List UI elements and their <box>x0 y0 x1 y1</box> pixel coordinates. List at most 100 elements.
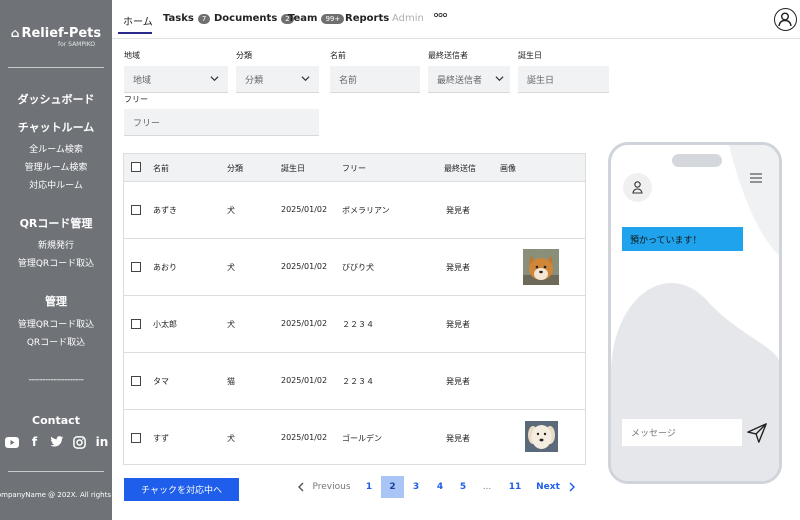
column-header-category[interactable]: 分類 <box>227 163 243 174</box>
column-header-image: 画像 <box>500 164 516 173</box>
sidebar-heading-qr-management[interactable]: QRコード管理 <box>0 215 112 231</box>
category-select-value: 分類 <box>245 75 264 86</box>
phone-notch <box>672 154 722 167</box>
column-header-last-sender[interactable]: 最終送信 <box>444 163 476 174</box>
chevron-down-icon <box>210 76 219 82</box>
table-row[interactable]: あずき 犬 2025/01/02 ポメラリアン 発見者 <box>124 182 585 239</box>
tab-tasks[interactable]: Tasks 7 <box>163 13 211 24</box>
sidebar-heading-admin[interactable]: 管理 <box>0 293 112 309</box>
cell-free: ポメラリアン <box>342 206 390 215</box>
table-row[interactable]: タマ 猫 2025/01/02 ２２３４ 発見者 <box>124 353 585 410</box>
linkedin-icon[interactable]: in <box>94 434 110 450</box>
sidebar-item-import-managed-qr[interactable]: 管理QRコード取込 <box>0 256 112 269</box>
column-header-name[interactable]: 名前 <box>153 163 169 174</box>
tab-home-label: ホーム <box>123 17 153 28</box>
pagination-page-5[interactable]: 5 <box>452 476 474 498</box>
sidebar-item-new-issue[interactable]: 新規発行 <box>0 238 112 251</box>
table-row[interactable]: あおり 犬 2025/01/02 びびり犬 発見者 <box>124 239 585 296</box>
table-header: 名前 分類 誕生日 フリー 最終送信 画像 <box>124 154 585 182</box>
cell-category: 犬 <box>227 206 235 215</box>
last-sender-select[interactable]: 最終送信者 <box>428 66 510 93</box>
pagination-page-2[interactable]: 2 <box>381 476 404 498</box>
filter-free-label: フリー <box>124 95 148 104</box>
cell-birthday: 2025/01/02 <box>281 376 328 385</box>
phone-preview: 預かっています！ メッセージ <box>608 142 782 484</box>
copyright: CompanyName @ 202X. All rights reserved. <box>0 491 112 499</box>
cell-free: ２２３４ <box>342 377 374 386</box>
sidebar-item-managed-rooms[interactable]: 管理ルーム検索 <box>0 160 112 173</box>
instagram-icon[interactable] <box>72 434 88 450</box>
birthday-input[interactable]: 誕生日 <box>518 66 609 93</box>
tab-team[interactable]: Team 99+ <box>288 13 345 24</box>
pagination-previous[interactable]: Previous <box>293 476 355 498</box>
last-sender-select-value: 最終送信者 <box>437 75 483 86</box>
cell-birthday: 2025/01/02 <box>281 433 328 442</box>
region-select[interactable]: 地域 <box>124 66 228 93</box>
twitter-icon[interactable] <box>49 434 65 450</box>
team-count-badge: 99+ <box>321 13 345 24</box>
table-row[interactable]: 小太郎 犬 2025/01/02 ２２３４ 発見者 <box>124 296 585 353</box>
brand-name: Relief-Pets <box>21 26 102 41</box>
chat-avatar[interactable] <box>623 173 652 202</box>
chevron-right-icon <box>569 482 575 492</box>
row-checkbox[interactable] <box>131 376 141 386</box>
cell-category: 犬 <box>227 434 235 443</box>
cell-free: ゴールデン <box>342 434 382 443</box>
select-all-checkbox[interactable] <box>131 162 141 172</box>
chevron-left-icon <box>298 482 304 492</box>
message-input[interactable]: メッセージ <box>622 419 742 446</box>
tab-documents[interactable]: Documents 2 <box>214 13 294 24</box>
sidebar-item-active-rooms[interactable]: 対応中ルーム <box>0 178 112 191</box>
row-checkbox[interactable] <box>131 205 141 215</box>
column-header-free[interactable]: フリー <box>342 163 366 174</box>
row-checkbox[interactable] <box>131 262 141 272</box>
pagination-next[interactable]: Next <box>534 476 578 498</box>
cell-birthday: 2025/01/02 <box>281 262 328 271</box>
tab-team-label: Team <box>288 13 318 24</box>
cell-name: タマ <box>153 377 169 386</box>
sidebar-item-import-qr[interactable]: QRコード取込 <box>0 335 112 348</box>
row-checkbox[interactable] <box>131 433 141 443</box>
free-text-input[interactable]: フリー <box>124 109 319 136</box>
sidebar-item-import-managed-qr-2[interactable]: 管理QRコード取込 <box>0 317 112 330</box>
filter-category-label: 分類 <box>236 51 252 60</box>
cell-category: 犬 <box>227 263 235 272</box>
more-icon[interactable] <box>434 12 447 18</box>
sidebar-item-all-rooms[interactable]: 全ルーム検索 <box>0 142 112 155</box>
name-input[interactable]: 名前 <box>330 66 420 93</box>
pagination-next-label: Next <box>536 482 560 492</box>
pet-photo-shiba[interactable] <box>523 249 559 285</box>
sidebar-divider <box>8 67 104 68</box>
pagination-page-1[interactable]: 1 <box>358 476 380 498</box>
set-active-button[interactable]: チャックを対応中へ <box>124 478 239 501</box>
cell-free: ２２３４ <box>342 320 374 329</box>
sidebar-contact[interactable]: Contact <box>0 414 112 427</box>
row-checkbox[interactable] <box>131 319 141 329</box>
tab-reports[interactable]: Reports <box>345 13 389 24</box>
pagination-previous-label: Previous <box>312 482 351 492</box>
social-links: f in <box>4 434 110 450</box>
facebook-icon[interactable]: f <box>27 434 43 450</box>
table-row[interactable]: すず 犬 2025/01/02 ゴールデン 発見者 <box>124 410 585 467</box>
category-select[interactable]: 分類 <box>236 66 319 93</box>
tab-home[interactable]: ホーム <box>123 13 153 28</box>
hamburger-menu-icon[interactable] <box>750 173 762 183</box>
user-avatar-icon[interactable] <box>774 8 797 31</box>
tab-admin-label: Admin <box>392 13 424 24</box>
sidebar-item-dashboard[interactable]: ダッシュボード <box>0 91 112 107</box>
cell-last-sender: 発見者 <box>446 434 470 443</box>
send-icon[interactable] <box>746 422 768 444</box>
filter-birthday-label: 誕生日 <box>518 51 542 60</box>
sidebar-heading-chat-room[interactable]: チャットルーム <box>0 119 112 135</box>
cell-free: びびり犬 <box>342 263 374 272</box>
youtube-icon[interactable] <box>4 434 20 450</box>
name-input-placeholder: 名前 <box>339 75 358 86</box>
sidebar: ⌂ Relief-Pets for SAMPIKO ダッシュボード チャットルーム… <box>0 0 112 520</box>
pagination-page-11[interactable]: 11 <box>503 476 527 498</box>
cell-last-sender: 発見者 <box>446 206 470 215</box>
column-header-birthday[interactable]: 誕生日 <box>281 163 305 174</box>
pagination-page-3[interactable]: 3 <box>405 476 427 498</box>
pagination-page-4[interactable]: 4 <box>429 476 451 498</box>
pet-photo-golden[interactable] <box>525 421 558 452</box>
brand-logo[interactable]: ⌂ Relief-Pets <box>0 26 112 41</box>
